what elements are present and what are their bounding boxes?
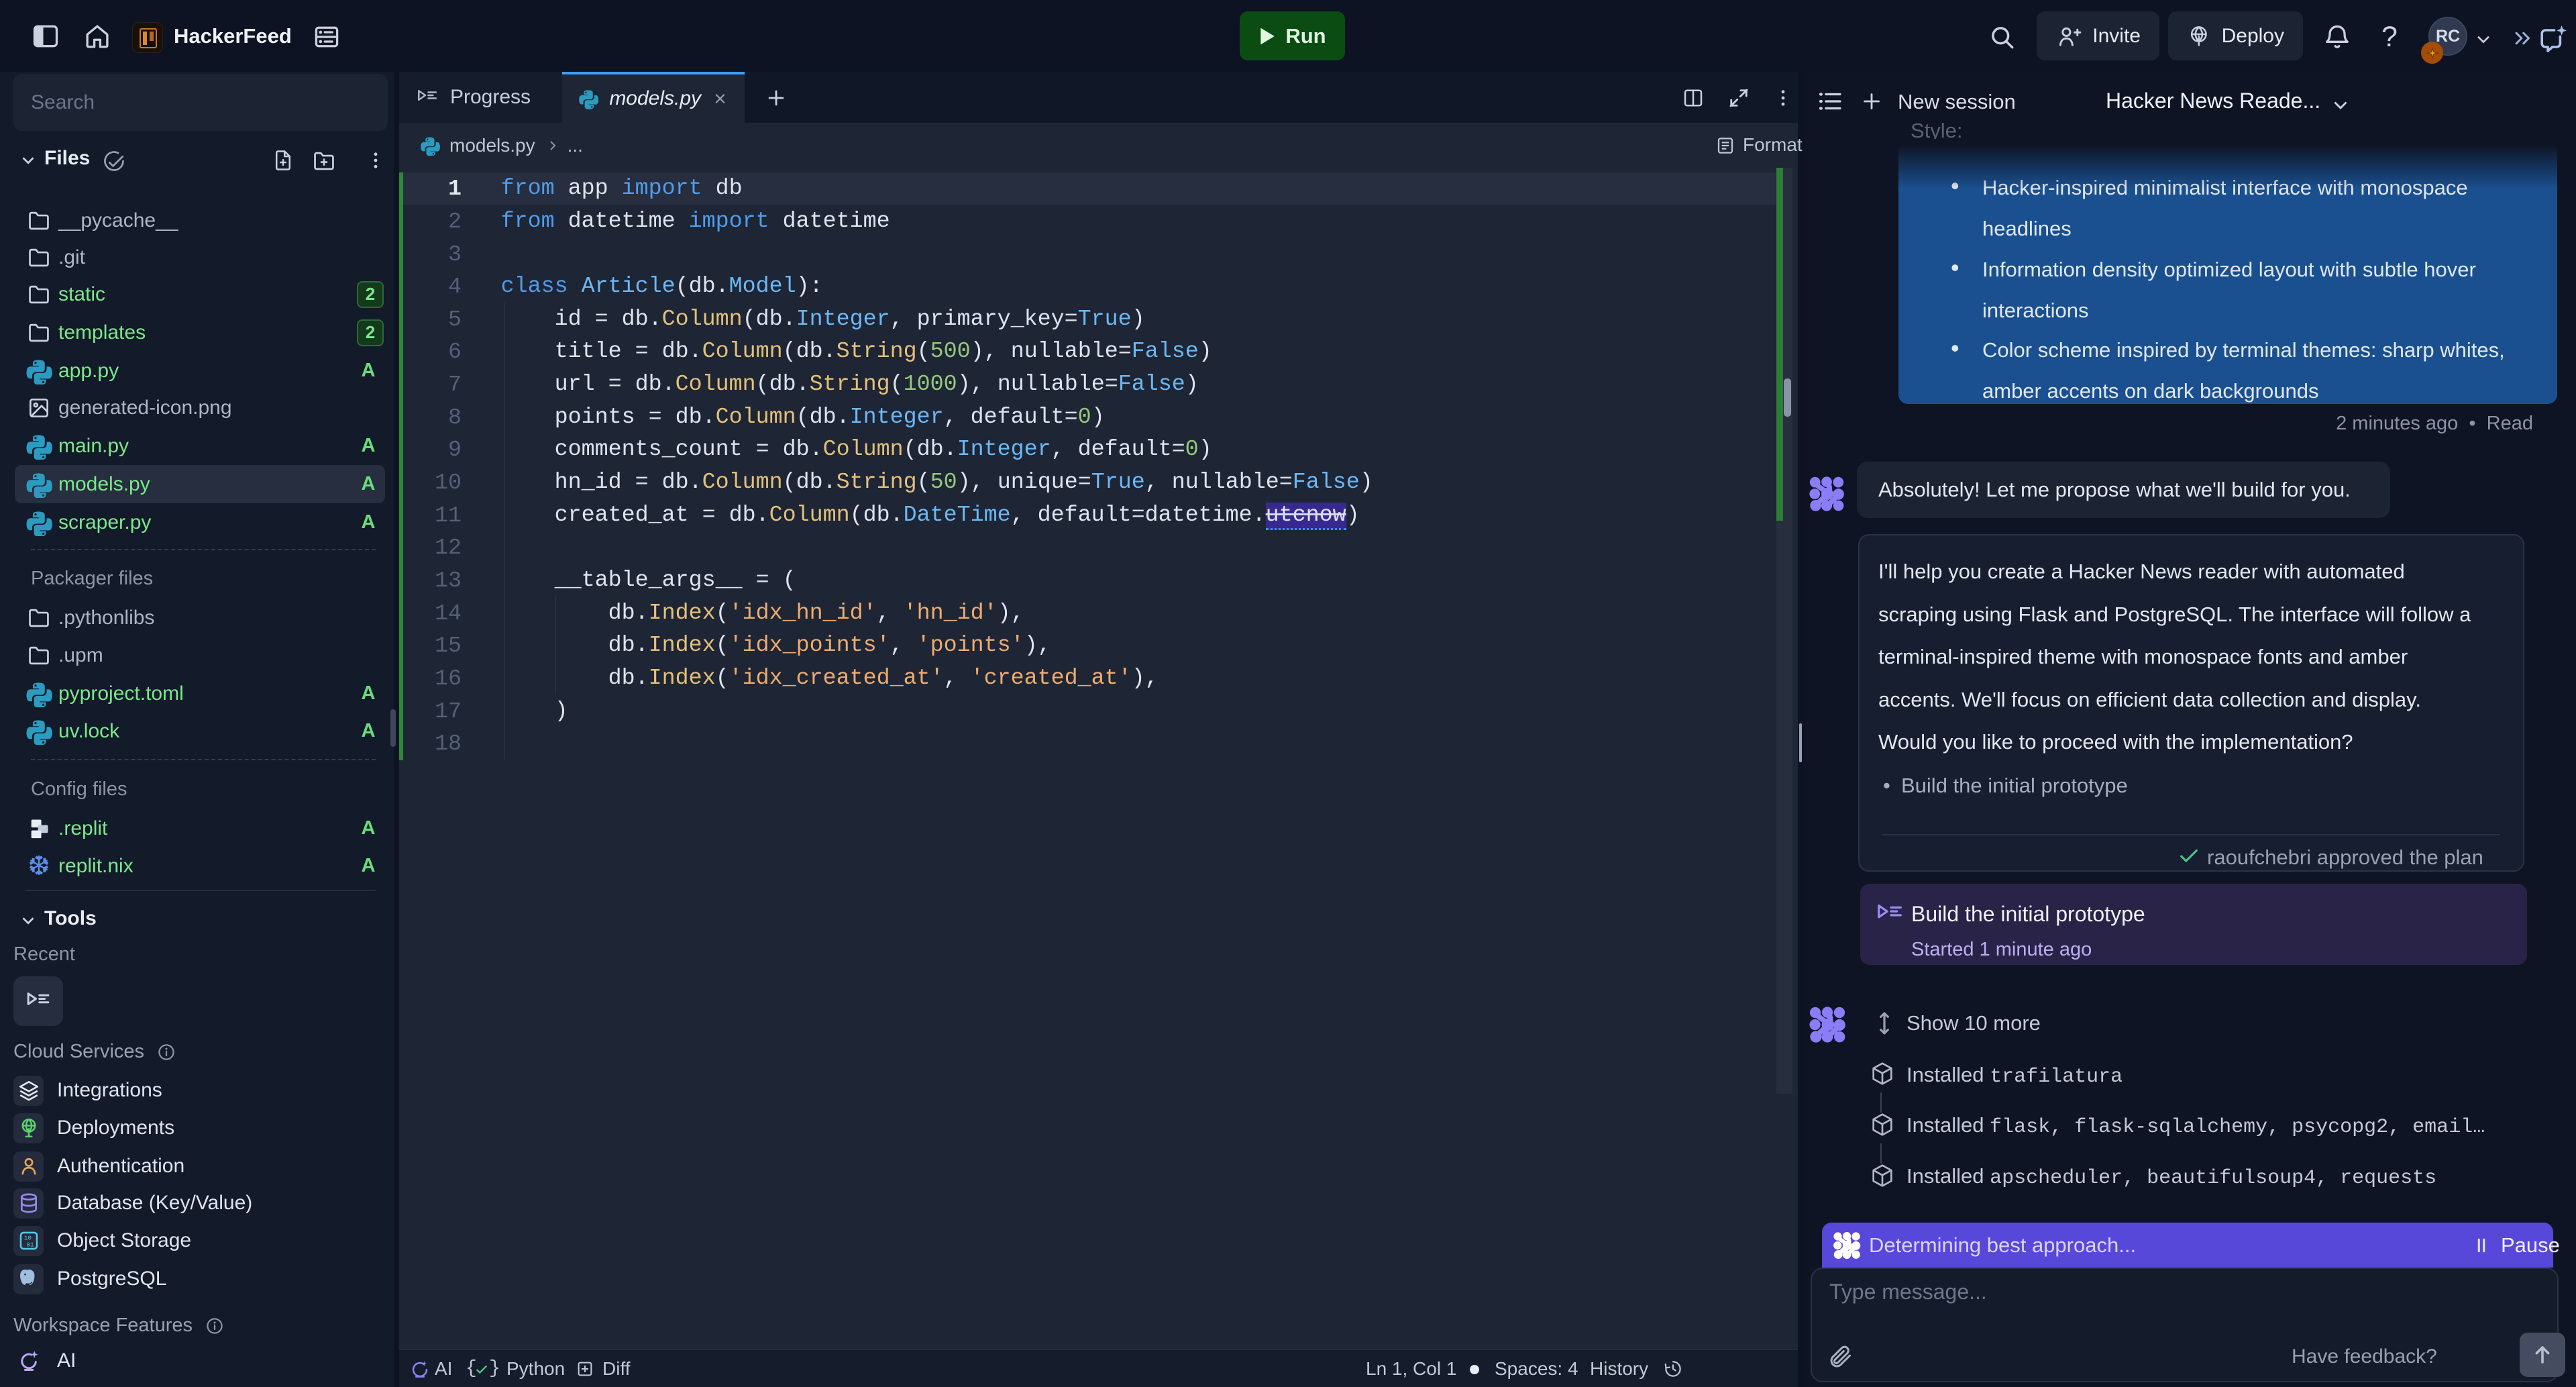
svg-text:01: 01: [26, 1241, 34, 1249]
